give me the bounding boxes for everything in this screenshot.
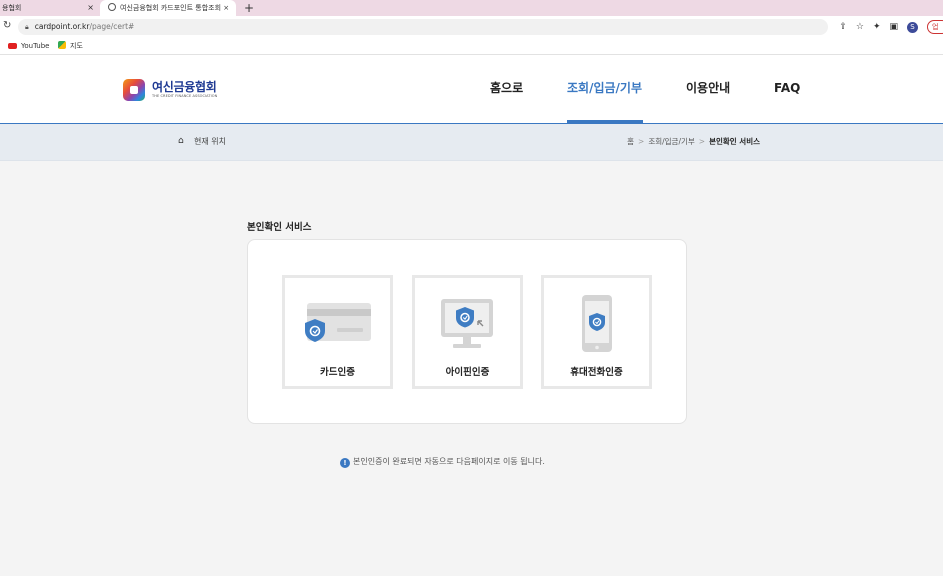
location-label: 현재 위치 [194,137,226,146]
bookmarks-bar: YouTube 지도 [0,38,943,55]
breadcrumb-separator-icon: > [698,137,706,146]
maps-icon [58,41,66,49]
youtube-icon [8,43,17,49]
tab-title: 여신금융협회 카드포인트 통합조회 × [120,4,230,12]
browser-tab-strip: 용협회 × 여신금융협회 카드포인트 통합조회 × + [0,0,943,16]
ipin-verification-button[interactable]: 아이핀인증 [412,275,523,389]
mobile-verification-button[interactable]: 휴대전화인증 [541,275,652,389]
profile-avatar[interactable]: S [907,21,918,33]
address-bar[interactable]: 🔒︎ cardpoint.or.kr/page/cert# [18,19,828,35]
notice-text: 본인인증이 완료되면 자동으로 다음페이지로 이동 됩니다. [353,457,545,466]
logo-subtitle: THE CREDIT FINANCE ASSOCIATION [152,94,218,98]
option-label: 카드인증 [320,367,355,378]
logo-title: 여신금융협회 [152,80,217,94]
card-verification-button[interactable]: 카드인증 [282,275,393,389]
option-label: 아이핀인증 [445,367,490,378]
update-button[interactable]: 업 [927,20,943,34]
tab-title: 용협회 [2,4,22,12]
tab-close-icon[interactable]: × [87,0,94,16]
info-icon: ! [340,458,350,468]
site-header: 여신금융협회 THE CREDIT FINANCE ASSOCIATION 홈으… [0,55,943,124]
nav-guide[interactable]: 이용안내 [686,77,730,99]
breadcrumb-inquiry[interactable]: 조회/입금/기부 [648,137,694,146]
nav-faq[interactable]: FAQ [774,77,800,99]
option-label: 휴대전화인증 [570,367,623,378]
lock-icon: 🔒︎ [25,23,29,31]
reload-icon[interactable]: ↻ [3,20,11,31]
bookmark-star-icon[interactable]: ☆ [856,19,864,35]
browser-tab-active[interactable]: 여신금융협회 카드포인트 통합조회 × [100,0,236,16]
side-panel-icon[interactable]: ▣ [889,19,898,35]
globe-icon [108,3,116,11]
site-logo[interactable]: 여신금융협회 THE CREDIT FINANCE ASSOCIATION [123,77,217,103]
logo-mark-icon [123,79,145,101]
breadcrumb: 홈 > 조회/입금/기부 > 본인확인 서비스 [627,136,760,148]
section-title: 본인확인 서비스 [247,222,312,233]
breadcrumb-current: 본인확인 서비스 [709,137,760,146]
nav-home[interactable]: 홈으로 [490,77,523,99]
nav-inquiry-deposit-donation[interactable]: 조회/입금/기부 [567,77,642,99]
browser-toolbar: ↻ 🔒︎ cardpoint.or.kr/page/cert# ⇪ ☆ ✦ ▣ S… [0,16,943,38]
location-bar: ⌂ 현재 위치 홈 > 조회/입금/기부 > 본인확인 서비스 [0,124,943,161]
redirect-notice: ! 본인인증이 완료되면 자동으로 다음페이지로 이동 됩니다. [340,456,545,468]
extensions-icon[interactable]: ✦ [873,19,881,35]
breadcrumb-home[interactable]: 홈 [627,137,634,146]
breadcrumb-separator-icon: > [638,137,645,146]
bookmark-label: 지도 [70,42,83,50]
bookmark-youtube[interactable]: YouTube [8,38,49,54]
share-icon[interactable]: ⇪ [839,19,847,35]
new-tab-button[interactable]: + [244,0,254,16]
browser-tab-inactive[interactable]: 용협회 × [0,0,98,16]
url-path: /page/cert# [89,22,135,31]
toolbar-icons: ⇪ ☆ ✦ ▣ S 업 [839,19,943,35]
bookmark-label: YouTube [21,42,50,50]
url-host: cardpoint.or.kr [34,22,90,31]
bookmark-maps[interactable]: 지도 [58,38,83,54]
home-icon: ⌂ [178,136,184,146]
